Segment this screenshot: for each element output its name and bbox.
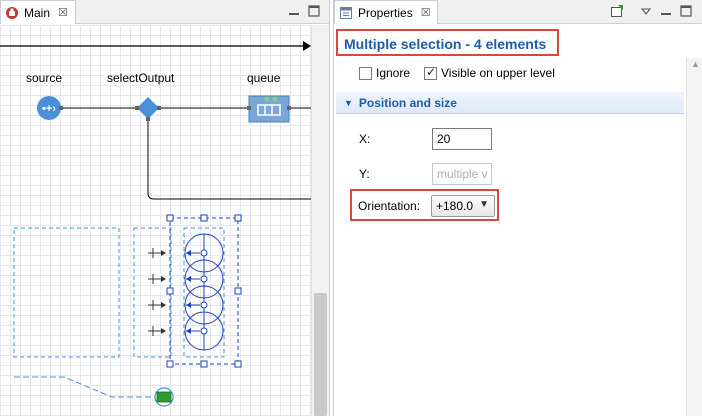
orientation-label: Orientation: <box>358 199 421 213</box>
ignore-checkbox-row[interactable]: Ignore <box>359 66 410 80</box>
main-tab-bar: Main ☒ <box>0 0 329 24</box>
svg-text:•+›: •+› <box>42 103 56 115</box>
diagram-canvas[interactable]: •+› source selectOutput queue <box>0 25 329 416</box>
maximize-icon[interactable] <box>307 4 321 18</box>
tab-main[interactable]: Main ☒ <box>0 0 76 24</box>
queue-label: queue <box>247 71 281 85</box>
scroll-up-arrow-icon[interactable]: ▲ <box>691 59 700 69</box>
tab-properties[interactable]: Properties ☒ <box>334 0 438 24</box>
queue-icon <box>247 95 291 123</box>
area-rect-2 <box>133 227 172 358</box>
x-field[interactable]: 20 <box>432 128 492 150</box>
orientation-select[interactable]: +180.0 ▼ <box>431 195 495 217</box>
select-output-label: selectOutput <box>107 71 175 85</box>
position-size-section-header[interactable]: ▼ Position and size <box>336 92 684 114</box>
editor-scrollbar-thumb[interactable] <box>314 293 327 416</box>
visible-upper-level-label: Visible on upper level <box>441 66 555 80</box>
visible-upper-level-row[interactable]: Visible on upper level <box>424 65 555 80</box>
connector-select-false <box>147 119 311 200</box>
area-rect-1 <box>13 227 120 358</box>
minimize-icon[interactable] <box>287 4 301 18</box>
collapse-arrow-icon[interactable]: ▼ <box>344 98 353 108</box>
section-title: Position and size <box>358 95 457 110</box>
maximize-icon[interactable] <box>679 4 693 18</box>
tab-properties-label: Properties <box>358 5 413 20</box>
pin-view-icon[interactable] <box>610 4 624 18</box>
properties-tab-bar: Properties ☒ <box>334 0 702 24</box>
agent-icon <box>6 6 18 19</box>
path-node-icon <box>154 387 174 407</box>
ignore-checkbox[interactable] <box>359 66 372 80</box>
close-icon[interactable]: ☒ <box>421 6 431 19</box>
tab-main-label: Main <box>24 5 51 20</box>
properties-scrollbar[interactable]: ▲ <box>686 58 702 416</box>
selection-title: Multiple selection - 4 elements <box>344 36 547 52</box>
properties-pane: Properties ☒ Multiple selection - 4 elem… <box>333 0 702 416</box>
y-label: Y: <box>359 167 370 181</box>
chevron-down-icon: ▼ <box>479 199 489 210</box>
source-icon: •+› <box>37 96 63 120</box>
source-label: source <box>26 71 63 85</box>
arrow-head-icon <box>303 41 311 51</box>
ignore-label: Ignore <box>376 66 411 80</box>
dashed-path <box>14 376 155 398</box>
y-field[interactable]: multiple v <box>432 163 492 185</box>
main-editor-pane: Main ☒ •+› source selectOutput queue <box>0 0 330 416</box>
orientation-value: +180.0 <box>436 199 474 213</box>
view-menu-icon[interactable] <box>639 4 653 18</box>
properties-icon <box>340 6 352 19</box>
selection-title-box: Multiple selection - 4 elements <box>336 29 559 56</box>
node-markers <box>148 248 164 336</box>
x-label: X: <box>359 132 371 146</box>
editor-scrollbar[interactable] <box>311 25 329 416</box>
minimize-icon[interactable] <box>659 4 673 18</box>
select-output-icon <box>135 97 161 121</box>
visible-upper-level-checkbox[interactable] <box>424 65 437 80</box>
close-icon[interactable]: ☒ <box>58 6 68 19</box>
